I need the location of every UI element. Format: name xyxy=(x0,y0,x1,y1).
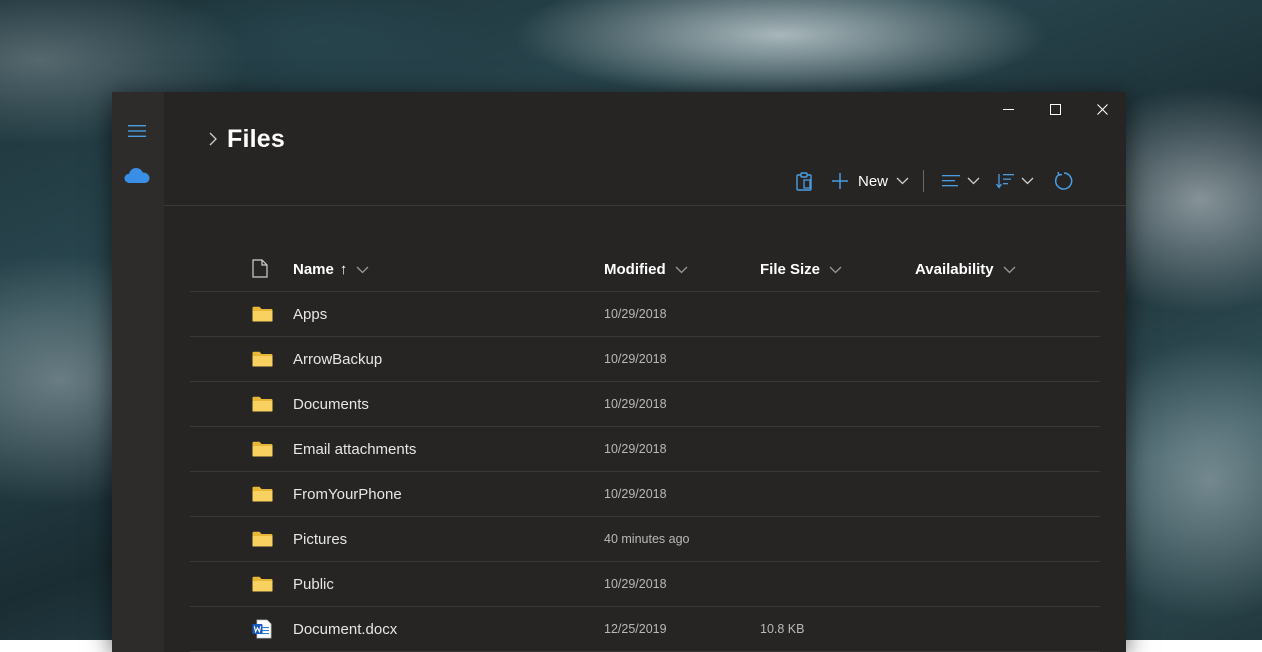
column-modified[interactable]: Modified xyxy=(604,261,688,278)
chevron-down-icon xyxy=(1021,177,1034,185)
column-availability-label: Availability xyxy=(915,261,994,278)
navigation-rail xyxy=(112,92,164,652)
file-modified: 10/29/2018 xyxy=(604,397,667,411)
file-list: Name ↑ Modified File Size Availability A… xyxy=(190,247,1100,652)
chevron-down-icon xyxy=(896,177,909,185)
chevron-down-icon xyxy=(829,261,842,278)
folder-icon xyxy=(252,576,273,597)
clipboard-icon xyxy=(795,171,813,191)
file-row[interactable]: ArrowBackup 10/29/2018 xyxy=(190,337,1100,382)
chevron-right-icon[interactable] xyxy=(208,132,218,146)
new-button-label: New xyxy=(857,172,888,190)
onedrive-files-window: Files New Name ↑ Modified File Size Avai… xyxy=(112,92,1126,652)
page-title: Files xyxy=(227,125,285,153)
chevron-down-icon xyxy=(356,261,369,278)
file-modified: 10/29/2018 xyxy=(604,487,667,501)
folder-icon xyxy=(252,531,273,552)
page-header: Files New xyxy=(164,92,1126,206)
column-availability[interactable]: Availability xyxy=(915,261,1016,278)
paste-button[interactable] xyxy=(795,171,813,191)
folder-icon xyxy=(252,441,273,462)
document-icon xyxy=(252,259,268,282)
file-name: ArrowBackup xyxy=(293,351,383,368)
file-modified: 10/29/2018 xyxy=(604,442,667,456)
file-modified: 12/25/2019 xyxy=(604,622,667,636)
command-toolbar: New xyxy=(795,168,1074,194)
file-modified: 10/29/2018 xyxy=(604,577,667,591)
column-modified-label: Modified xyxy=(604,261,666,278)
file-type-column[interactable] xyxy=(252,259,268,282)
folder-icon xyxy=(252,486,273,507)
onedrive-cloud-icon[interactable] xyxy=(124,166,150,184)
file-name: Pictures xyxy=(293,531,348,548)
column-name[interactable]: Name ↑ xyxy=(293,261,369,278)
sort-options-button[interactable] xyxy=(996,173,1034,189)
file-row[interactable]: Public 10/29/2018 xyxy=(190,562,1100,607)
file-modified: 10/29/2018 xyxy=(604,307,667,321)
hamburger-icon[interactable] xyxy=(128,124,146,137)
column-file-size-label: File Size xyxy=(760,261,821,278)
column-file-size[interactable]: File Size xyxy=(760,261,842,278)
new-button[interactable]: New xyxy=(831,172,909,190)
file-row[interactable]: Apps 10/29/2018 xyxy=(190,292,1100,337)
column-name-label: Name xyxy=(293,261,334,278)
plus-icon xyxy=(831,172,849,190)
file-row[interactable]: FromYourPhone 10/29/2018 xyxy=(190,472,1100,517)
column-header-row: Name ↑ Modified File Size Availability xyxy=(190,247,1100,292)
folder-icon xyxy=(252,306,273,327)
folder-icon xyxy=(252,351,273,372)
file-row[interactable]: Document.docx 12/25/2019 10.8 KB xyxy=(190,607,1100,652)
word-document-icon xyxy=(252,619,272,644)
toolbar-separator xyxy=(923,170,924,192)
file-name: Email attachments xyxy=(293,441,417,458)
file-name: Documents xyxy=(293,396,369,413)
folder-icon xyxy=(252,396,273,417)
chevron-down-icon xyxy=(675,261,688,278)
file-name: Document.docx xyxy=(293,621,398,638)
file-modified: 10/29/2018 xyxy=(604,352,667,366)
view-options-button[interactable] xyxy=(942,175,980,187)
file-name: FromYourPhone xyxy=(293,486,402,503)
sort-icon xyxy=(996,173,1014,189)
chevron-down-icon xyxy=(967,177,980,185)
file-row[interactable]: Documents 10/29/2018 xyxy=(190,382,1100,427)
file-size: 10.8 KB xyxy=(760,622,805,636)
file-row[interactable]: Email attachments 10/29/2018 xyxy=(190,427,1100,472)
file-row[interactable]: Pictures 40 minutes ago xyxy=(190,517,1100,562)
view-lines-icon xyxy=(942,175,960,187)
sort-ascending-indicator: ↑ xyxy=(339,261,348,278)
chevron-down-icon xyxy=(1003,261,1016,278)
file-name: Apps xyxy=(293,306,328,323)
refresh-button[interactable] xyxy=(1054,171,1074,191)
file-modified: 40 minutes ago xyxy=(604,532,690,546)
file-name: Public xyxy=(293,576,334,593)
refresh-icon xyxy=(1054,171,1074,191)
